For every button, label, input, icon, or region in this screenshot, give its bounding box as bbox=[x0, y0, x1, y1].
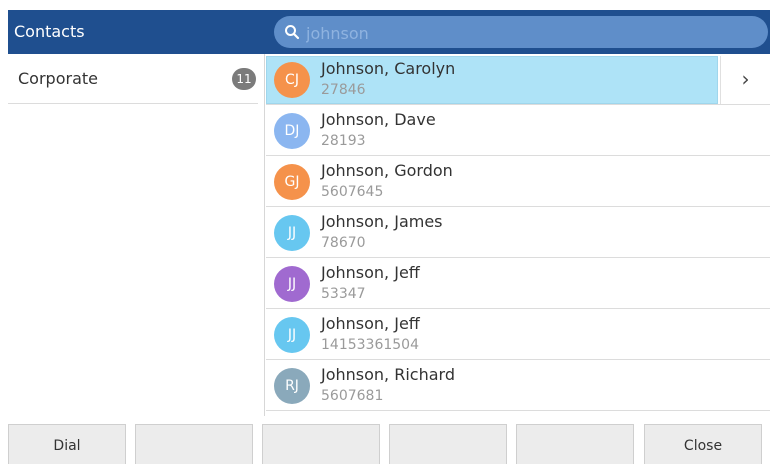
softkey-bar: Dial Close bbox=[8, 420, 770, 464]
avatar: RJ bbox=[274, 368, 310, 404]
contact-number: 53347 bbox=[321, 286, 366, 302]
contact-name: Johnson, Jeff bbox=[321, 314, 420, 333]
contact-number: 5607681 bbox=[321, 388, 384, 404]
search-box[interactable] bbox=[274, 16, 768, 50]
search-input[interactable] bbox=[304, 16, 758, 50]
contact-row[interactable]: JJ Johnson, Jeff 53347 bbox=[266, 258, 770, 309]
top-bar: Contacts bbox=[8, 10, 770, 54]
softkey-3[interactable] bbox=[262, 424, 380, 464]
contact-row[interactable]: CJ Johnson, Carolyn 27846 › bbox=[266, 54, 770, 105]
contact-list: CJ Johnson, Carolyn 27846 › DJ Johnson, … bbox=[266, 54, 770, 416]
contact-name: Johnson, Gordon bbox=[321, 161, 453, 180]
contact-row[interactable]: GJ Johnson, Gordon 5607645 bbox=[266, 156, 770, 207]
sidebar: Corporate 11 bbox=[8, 54, 265, 416]
contact-name: Johnson, Dave bbox=[321, 110, 436, 129]
contact-row[interactable]: RJ Johnson, Richard 5607681 bbox=[266, 360, 770, 411]
page-title: Contacts bbox=[14, 22, 85, 41]
contact-name: Johnson, Jeff bbox=[321, 263, 420, 282]
contact-number: 14153361504 bbox=[321, 337, 419, 353]
search-icon bbox=[285, 25, 300, 40]
softkey-5[interactable] bbox=[516, 424, 634, 464]
contact-name: Johnson, Richard bbox=[321, 365, 455, 384]
avatar: JJ bbox=[274, 317, 310, 353]
avatar: JJ bbox=[274, 215, 310, 251]
contact-row[interactable]: JJ Johnson, James 78670 bbox=[266, 207, 770, 258]
chevron-right-icon[interactable]: › bbox=[720, 56, 770, 104]
close-button[interactable]: Close bbox=[644, 424, 762, 464]
contact-row[interactable]: DJ Johnson, Dave 28193 bbox=[266, 105, 770, 156]
contact-number: 27846 bbox=[321, 82, 366, 98]
avatar: GJ bbox=[274, 164, 310, 200]
count-badge: 11 bbox=[232, 68, 256, 90]
contact-number: 5607645 bbox=[321, 184, 384, 200]
contact-name: Johnson, James bbox=[321, 212, 443, 231]
avatar: CJ bbox=[274, 62, 310, 98]
dial-button[interactable]: Dial bbox=[8, 424, 126, 464]
softkey-4[interactable] bbox=[389, 424, 507, 464]
contact-number: 28193 bbox=[321, 133, 366, 149]
avatar: JJ bbox=[274, 266, 310, 302]
contact-row[interactable]: JJ Johnson, Jeff 14153361504 bbox=[266, 309, 770, 360]
sidebar-item-label: Corporate bbox=[18, 69, 98, 88]
softkey-2[interactable] bbox=[135, 424, 253, 464]
sidebar-item-corporate[interactable]: Corporate 11 bbox=[8, 54, 258, 104]
avatar: DJ bbox=[274, 113, 310, 149]
contact-name: Johnson, Carolyn bbox=[321, 59, 456, 78]
contact-number: 78670 bbox=[321, 235, 366, 251]
